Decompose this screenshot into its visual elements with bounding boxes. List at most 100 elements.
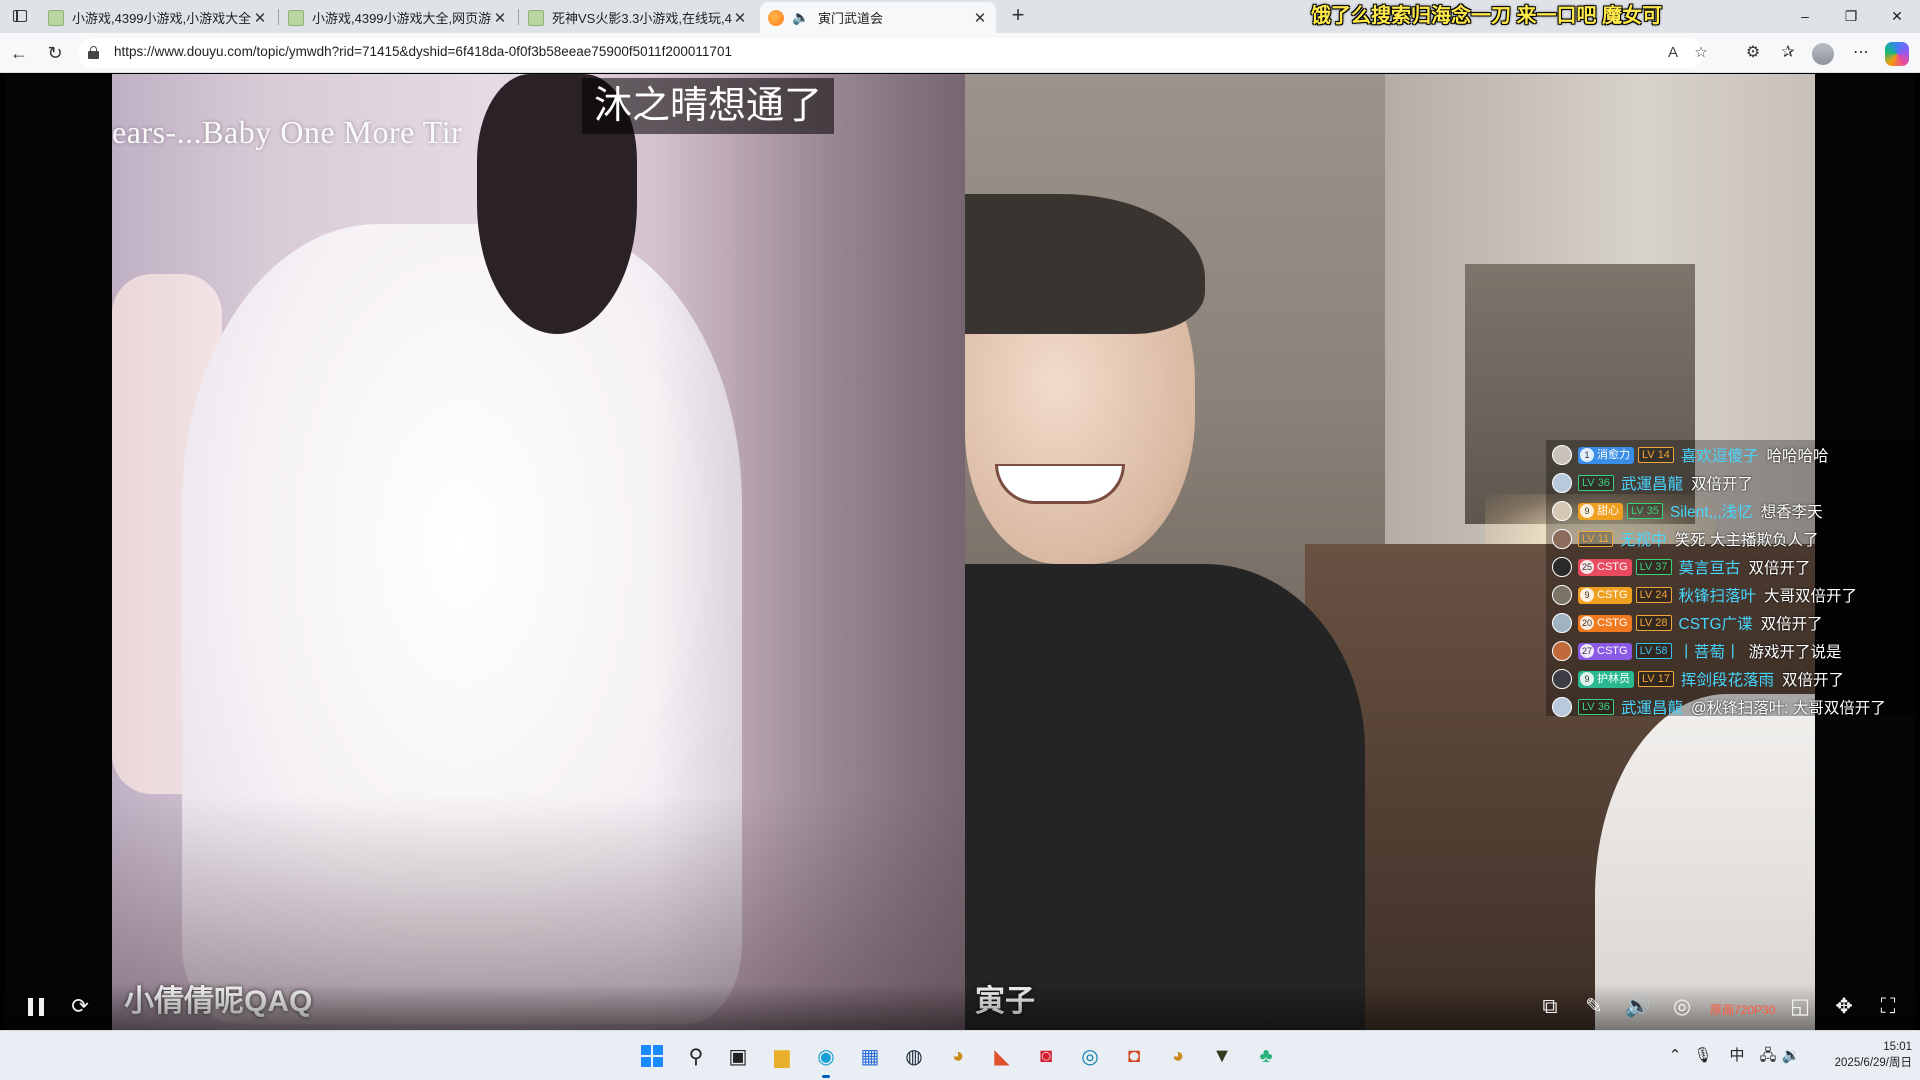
file-explorer-icon[interactable]: ▆ <box>766 1040 798 1072</box>
4399-favicon-icon <box>528 9 544 26</box>
chat-text: 双倍开了 <box>1690 476 1753 493</box>
chat-nickname[interactable]: 喜欢逗傻子 <box>1681 444 1759 466</box>
tab-douyu-active[interactable]: 🔈 寅门武道会 ✕ <box>760 2 996 33</box>
edge-browser-icon[interactable]: ◉ <box>810 1040 842 1078</box>
start-icon[interactable] <box>636 1040 668 1072</box>
chat-text: 双倍开了 <box>1748 560 1811 577</box>
level-badge: LV 11 <box>1578 531 1614 547</box>
network-icon[interactable]: 🖧 <box>1757 1046 1779 1066</box>
level-badge: LV 14 <box>1638 447 1674 463</box>
chat-text: 双倍开了 <box>1760 616 1823 633</box>
avatar[interactable] <box>1552 529 1572 549</box>
microphone-icon[interactable]: 🎙 <box>1692 1046 1714 1066</box>
lock-icon[interactable] <box>88 46 99 59</box>
chat-nickname[interactable]: 秋锋扫落叶 <box>1679 584 1757 606</box>
avatar[interactable] <box>1552 473 1572 493</box>
app-bird-icon[interactable]: ◣ <box>986 1040 1018 1072</box>
tab-close-icon[interactable]: ✕ <box>732 9 748 27</box>
avatar[interactable] <box>1552 585 1572 605</box>
more-icon[interactable]: ⋯ <box>1848 41 1874 65</box>
chat-message: 9 甜心 LV 35 Silent,,,浅忆 想香李天 <box>1546 497 1915 525</box>
input-method-indicator[interactable]: 中 <box>1726 1046 1748 1066</box>
chat-nickname[interactable]: 莫言亘古 <box>1679 556 1741 578</box>
netease-music-icon[interactable]: ◙ <box>1030 1040 1062 1072</box>
browser-toolbar: ← ↻ https://www.douyu.com/topic/ymwdh?ri… <box>0 33 1920 73</box>
read-aloud-icon[interactable]: A <box>1662 42 1684 64</box>
edit-icon[interactable]: ✎ <box>1579 992 1609 1022</box>
new-tab-button[interactable]: + <box>1006 4 1030 28</box>
level-badge: LV 58 <box>1635 643 1672 659</box>
chat-nickname[interactable]: CSTG广谍 <box>1679 612 1753 634</box>
screenshot-icon[interactable]: ⧉ <box>1535 992 1565 1022</box>
player-controls: ⟳ ⧉ ✎ 🔊 ◎ 原画720P30 ◱ ✥ ⛶ <box>5 984 1915 1030</box>
reload-icon[interactable]: ⟳ <box>65 992 95 1022</box>
copilot-icon[interactable] <box>1885 42 1909 66</box>
chat-nickname[interactable]: 挥剑段花落雨 <box>1681 668 1774 690</box>
tab-close-icon[interactable]: ✕ <box>492 9 508 27</box>
search-icon[interactable]: ⚲ <box>680 1040 712 1072</box>
favorite-star-icon[interactable]: ☆ <box>1690 42 1712 64</box>
chat-nickname[interactable]: 武運昌龍 <box>1621 472 1683 494</box>
system-clock[interactable]: 15:01 2025/6/29/周日 <box>1816 1039 1912 1071</box>
store-icon[interactable]: ▦ <box>854 1040 886 1072</box>
app-owl2-icon[interactable]: ◕ <box>1162 1040 1194 1072</box>
4399-favicon-icon <box>48 9 64 26</box>
chat-message: 9 CSTG LV 24 秋锋扫落叶 大哥双倍开了 <box>1546 581 1915 609</box>
quality-selector[interactable]: 原画720P30 <box>1710 1001 1775 1018</box>
tab-4399-3[interactable]: 死神VS火影3.3小游戏,在线玩,4399 ✕ <box>520 2 756 33</box>
speaker-icon[interactable]: 🔉 <box>1780 1046 1802 1066</box>
tab-actions-icon[interactable] <box>8 6 32 26</box>
avatar[interactable] <box>1552 613 1572 633</box>
minimize-button[interactable]: – <box>1782 0 1828 33</box>
tab-4399-2[interactable]: 小游戏,4399小游戏大全,网页游戏 ✕ <box>280 2 516 33</box>
fullscreen-icon[interactable]: ⛶ <box>1873 992 1903 1022</box>
avatar[interactable] <box>1552 501 1572 521</box>
app-triangle-icon[interactable]: ▼ <box>1206 1040 1238 1072</box>
task-view-icon[interactable]: ▣ <box>722 1040 754 1072</box>
settings-icon[interactable]: ✥ <box>1829 992 1859 1022</box>
pip-icon[interactable]: ◱ <box>1785 992 1815 1022</box>
restore-button[interactable]: ❐ <box>1828 0 1874 33</box>
back-icon[interactable]: ← <box>7 41 31 65</box>
chat-nickname[interactable]: 武運昌龍 <box>1621 696 1683 718</box>
avatar[interactable] <box>1552 641 1572 661</box>
tab-close-icon[interactable]: ✕ <box>252 9 268 27</box>
pause-icon[interactable] <box>28 998 44 1016</box>
fan-badge: 9 甜心 <box>1578 502 1623 520</box>
tray-overflow-icon[interactable]: ⌃ <box>1664 1046 1686 1066</box>
refresh-icon[interactable]: ↻ <box>43 41 67 65</box>
favorites-icon[interactable]: ✰ <box>1775 41 1801 65</box>
volume-icon[interactable]: 🔊 <box>1623 992 1653 1022</box>
app-leaf-icon[interactable]: ♣ <box>1250 1040 1282 1072</box>
tab-title: 小游戏,4399小游戏,小游戏大全,双 <box>72 11 252 26</box>
avatar[interactable] <box>1552 557 1572 577</box>
avatar[interactable] <box>1552 697 1572 717</box>
address-bar[interactable]: https://www.douyu.com/topic/ymwdh?rid=71… <box>78 38 1708 68</box>
avatar[interactable] <box>1552 669 1572 689</box>
avatar[interactable] <box>1552 445 1572 465</box>
video-player[interactable]: ears-...Baby One More Tir 沐之晴想通了 小倩倩呢QAQ… <box>5 74 1915 1030</box>
clock-date: 2025/6/29/周日 <box>1834 1057 1912 1069</box>
app-game-icon[interactable]: ◘ <box>1118 1040 1150 1072</box>
app-ring-icon[interactable]: ◎ <box>1074 1040 1106 1072</box>
steam-icon[interactable]: ◍ <box>898 1040 930 1072</box>
danmaku-icon[interactable]: ◎ <box>1667 992 1697 1022</box>
tab-title: 小游戏,4399小游戏大全,网页游戏 <box>312 11 492 26</box>
tab-close-icon[interactable]: ✕ <box>972 9 988 27</box>
level-badge: LV 24 <box>1635 587 1672 603</box>
chat-message: LV 36 武運昌龍 @秋锋扫落叶: 大哥双倍开了 <box>1546 693 1915 721</box>
url-text[interactable]: https://www.douyu.com/topic/ymwdh?rid=71… <box>114 44 732 59</box>
level-badge: LV 37 <box>1635 559 1672 575</box>
chat-nickname[interactable]: Silent,,,浅忆 <box>1670 500 1753 522</box>
tab-audio-icon[interactable]: 🔈 <box>792 9 812 26</box>
close-window-button[interactable]: ✕ <box>1874 0 1920 33</box>
fan-badge: 9 CSTG <box>1578 586 1632 604</box>
app-owl-icon[interactable]: ◕ <box>942 1040 974 1072</box>
profile-icon[interactable] <box>1812 43 1834 65</box>
extensions-icon[interactable]: ⚙ <box>1740 41 1766 65</box>
fan-badge: 27 CSTG <box>1578 642 1632 660</box>
chat-nickname[interactable]: 无视中 <box>1620 528 1667 550</box>
chat-nickname[interactable]: 丨菩萄丨 <box>1679 640 1741 662</box>
tab-4399-1[interactable]: 小游戏,4399小游戏,小游戏大全,双 ✕ <box>40 2 276 33</box>
chat-text: 想香李天 <box>1760 504 1823 521</box>
